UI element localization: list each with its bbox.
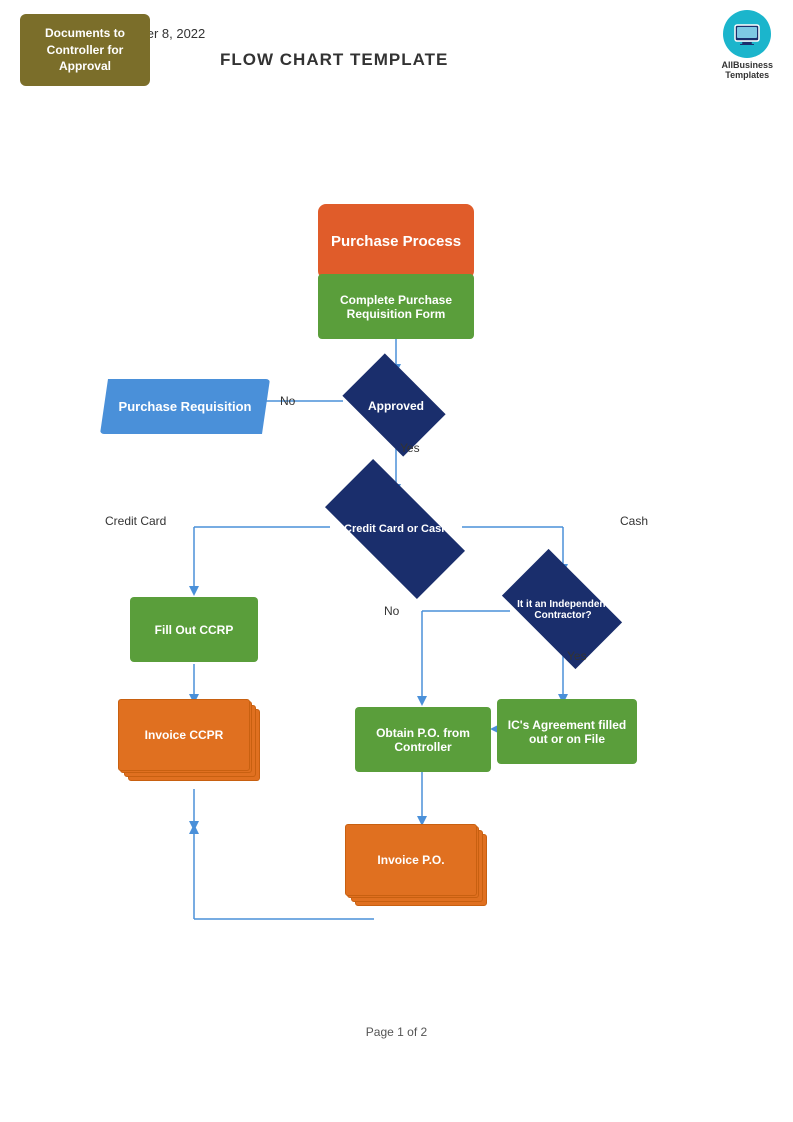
- yes-label-contractor: Yes: [567, 649, 587, 663]
- yes-label-approved: Yes: [400, 441, 420, 455]
- no-label-contractor: No: [384, 604, 399, 618]
- header: Documents to Controller for Approval FLO…: [0, 0, 793, 14]
- flowchart: Purchase Process Complete Purchase Requi…: [0, 49, 793, 1049]
- purchase-process-node: Purchase Process: [318, 204, 474, 279]
- complete-form-node: Complete Purchase Requisition Form: [318, 274, 474, 339]
- ics-agreement-node: IC's Agreement filled out or on File: [497, 699, 637, 764]
- page-footer: Page 1 of 2: [0, 1025, 793, 1039]
- fill-out-ccrp-node: Fill Out CCRP: [130, 597, 258, 662]
- invoice-po-node: Invoice P.O.: [345, 824, 497, 914]
- no-label-approved: No: [280, 394, 295, 408]
- credit-card-cash-diamond: Credit Card or Cash: [320, 489, 472, 569]
- approved-diamond: Approved: [343, 371, 449, 441]
- independent-contractor-diamond: It it an Independent Contractor?: [502, 571, 624, 649]
- purchase-requisition-node: Purchase Requisition: [100, 379, 270, 434]
- cash-label: Cash: [620, 514, 648, 528]
- credit-card-label: Credit Card: [105, 514, 166, 528]
- invoice-ccpr-node: Invoice CCPR: [118, 699, 270, 789]
- obtain-po-node: Obtain P.O. from Controller: [355, 707, 491, 772]
